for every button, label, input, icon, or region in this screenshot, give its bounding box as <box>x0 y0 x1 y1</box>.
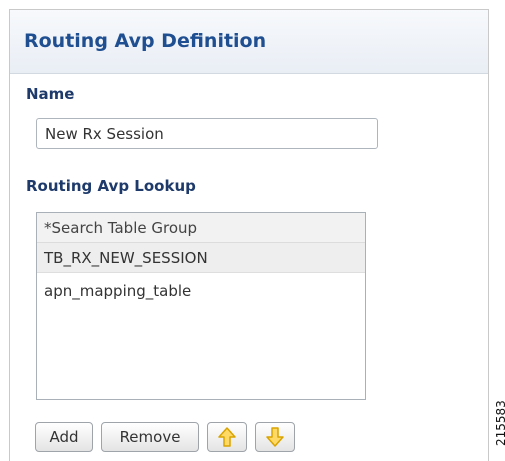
routing-avp-lookup-label: Routing Avp Lookup <box>26 177 196 195</box>
figure-id: 215583 <box>494 400 505 446</box>
add-button[interactable]: Add <box>35 422 93 452</box>
routing-avp-lookup-list[interactable]: *Search Table Group TB_RX_NEW_SESSION ap… <box>36 212 366 400</box>
lookup-item-tb-rx-new-session[interactable]: TB_RX_NEW_SESSION <box>37 243 365 273</box>
lookup-header-row: *Search Table Group <box>37 213 365 243</box>
arrow-up-icon <box>218 427 236 447</box>
move-up-button[interactable] <box>207 422 247 452</box>
name-input[interactable]: New Rx Session <box>36 118 378 149</box>
lookup-item-apn-mapping-table[interactable]: apn_mapping_table <box>37 273 365 303</box>
arrow-down-icon <box>266 427 284 447</box>
move-down-button[interactable] <box>255 422 295 452</box>
remove-button[interactable]: Remove <box>101 422 199 452</box>
name-label: Name <box>26 85 75 103</box>
panel-header: Routing Avp Definition <box>10 10 488 74</box>
panel-title: Routing Avp Definition <box>24 30 267 52</box>
